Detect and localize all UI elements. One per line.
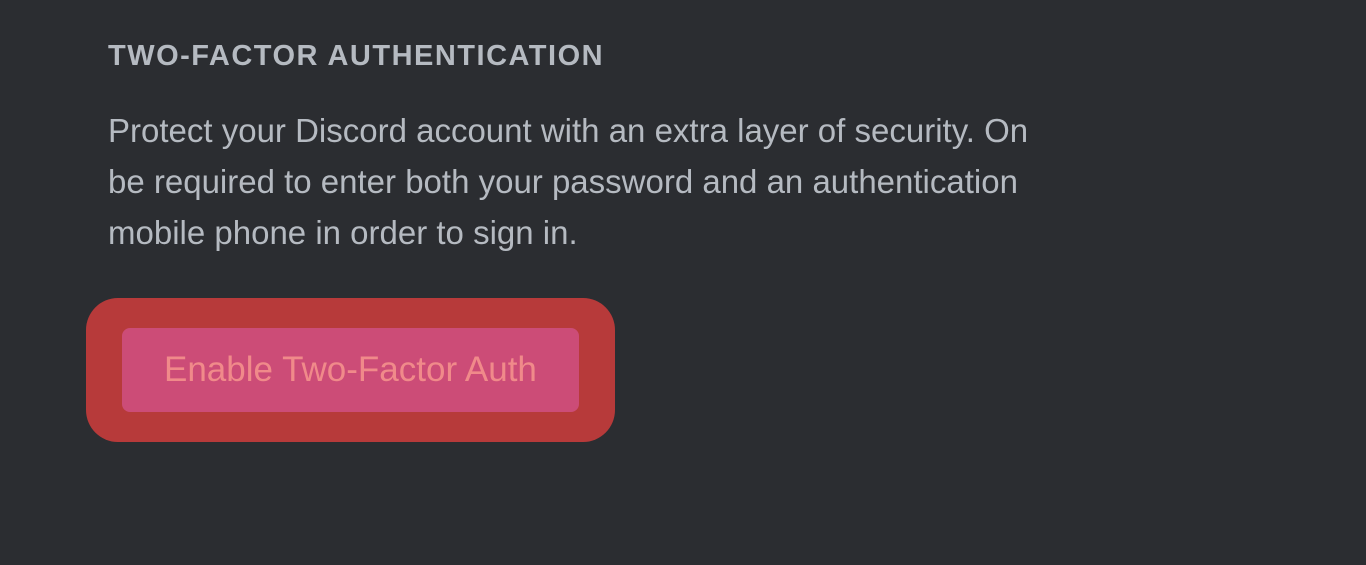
highlight-annotation: Enable Two-Factor Auth: [86, 298, 615, 442]
section-heading: TWO-FACTOR AUTHENTICATION: [108, 40, 1366, 73]
two-factor-auth-section: TWO-FACTOR AUTHENTICATION Protect your D…: [0, 0, 1366, 442]
enable-two-factor-button[interactable]: Enable Two-Factor Auth: [122, 328, 579, 412]
section-description: Protect your Discord account with an ext…: [108, 105, 1366, 258]
